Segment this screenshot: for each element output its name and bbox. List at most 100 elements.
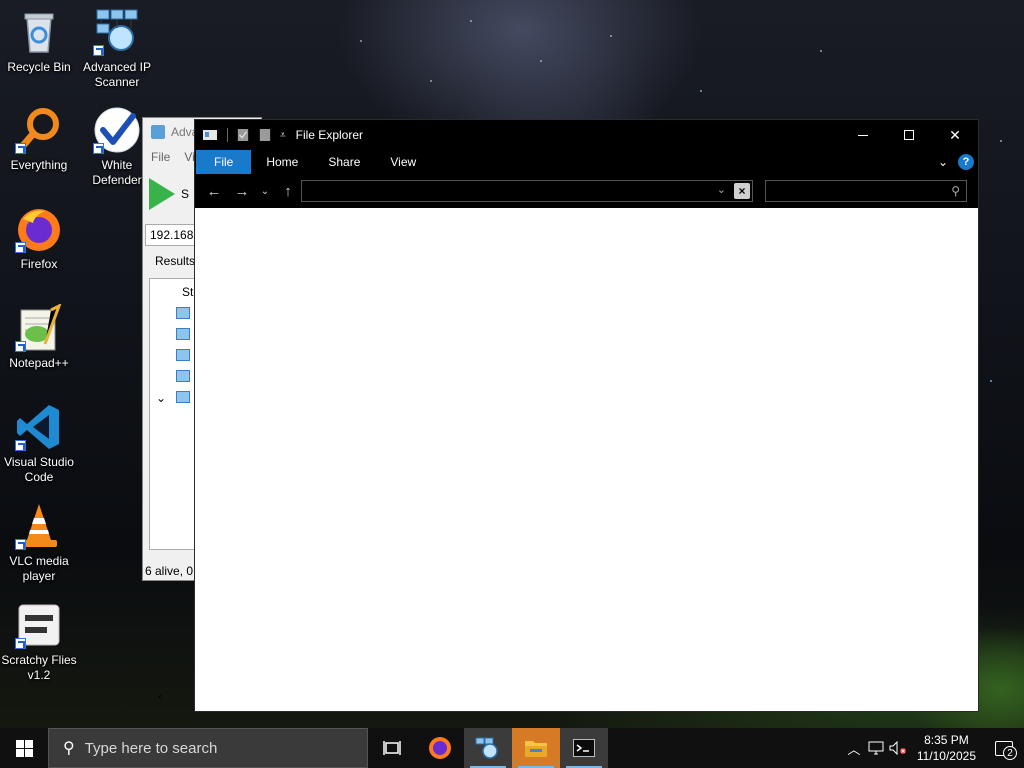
desktop-icon-label: Visual Studio Code (4, 455, 74, 484)
chevron-down-icon: ⌄ (260, 185, 270, 197)
close-button[interactable]: ✕ (932, 120, 978, 150)
desktop-icon-notepad-plus-plus[interactable]: Notepad++ (0, 302, 78, 371)
network-scanner-icon (151, 125, 165, 139)
taskbar-firefox[interactable] (416, 728, 464, 768)
taskbar-file-explorer[interactable] (512, 728, 560, 768)
tab-file[interactable]: File (196, 150, 252, 174)
terminal-icon (573, 739, 595, 757)
close-icon: ✕ (949, 126, 961, 143)
help-icon[interactable]: ? (958, 154, 974, 170)
desktop-icon-advanced-ip-scanner[interactable]: Advanced IP Scanner (78, 8, 156, 90)
network-icon[interactable] (865, 741, 887, 755)
firefox-icon (15, 205, 63, 253)
play-icon (149, 178, 175, 210)
clear-address-icon[interactable]: × (734, 183, 750, 199)
chevron-down-icon[interactable]: ⌄ (156, 391, 166, 405)
recent-locations-button[interactable]: ⌄ (256, 177, 274, 205)
network-scanner-icon (475, 737, 498, 759)
shortcut-arrow-icon (15, 341, 26, 352)
content-pane[interactable] (195, 208, 978, 711)
windows-logo-icon (15, 739, 33, 757)
vlc-cone-icon (15, 502, 63, 550)
expand-ribbon-chevron-icon[interactable]: ⌄ (938, 155, 948, 169)
taskbar: ⚲ Type here to search ︿ 8:35 PM 11/10/20… (0, 728, 1024, 768)
desktop-icon-label: VLC media player (9, 554, 69, 583)
scan-button-label: S (181, 187, 190, 201)
explorer-titlebar[interactable]: ⩡ File Explorer ✕ (195, 120, 978, 150)
tab-view[interactable]: View (375, 150, 431, 174)
desktop-icon-label: Everything (10, 158, 68, 172)
ribbon-tabs: File Home Share View ⌄ ? (195, 150, 978, 174)
system-tray: ︿ 8:35 PM 11/10/2025 2 (843, 728, 1024, 768)
scroll-left-arrow-icon[interactable]: ‹ (158, 691, 162, 703)
shortcut-arrow-icon (93, 45, 104, 56)
notepad-plus-icon (15, 302, 63, 352)
desktop-icon-firefox[interactable]: Firefox (0, 205, 78, 272)
menu-file[interactable]: File (151, 150, 170, 164)
clock-date: 11/10/2025 (916, 749, 976, 763)
recycle-bin-icon (15, 8, 63, 56)
desktop-icon-label: Recycle Bin (7, 60, 71, 74)
taskbar-terminal[interactable] (560, 728, 608, 768)
vscode-icon (15, 403, 63, 451)
checkmark-properties-icon[interactable] (236, 129, 250, 141)
desktop-icon-label: White Defender (92, 158, 142, 187)
forward-button[interactable]: → (228, 177, 256, 205)
checkmark-shield-icon (93, 106, 141, 154)
search-icon: ⚲ (63, 740, 75, 757)
window-title: File Explorer (295, 128, 363, 142)
desktop-icon-vlc-media-player[interactable]: VLC media player (0, 502, 78, 584)
task-view-icon (383, 741, 401, 755)
computer-icon (176, 349, 190, 361)
shortcut-arrow-icon (15, 638, 26, 649)
shortcut-arrow-icon (93, 143, 104, 154)
show-hidden-icons-chevron-icon[interactable]: ︿ (843, 739, 865, 758)
computer-icon (176, 370, 190, 382)
ribbon-right-controls: ⌄ ? (938, 154, 978, 170)
desktop-icon-everything[interactable]: Everything (0, 106, 78, 173)
maximize-button[interactable] (886, 120, 932, 150)
start-button[interactable] (0, 728, 48, 768)
address-dropdown-icon[interactable]: ⌄ (717, 183, 726, 196)
up-button[interactable]: ↑ (274, 177, 302, 205)
magnifier-icon (15, 106, 63, 154)
address-bar[interactable]: ⌄ × (301, 180, 753, 202)
desktop-icon-visual-studio-code[interactable]: Visual Studio Code (0, 403, 78, 485)
tab-share[interactable]: Share (313, 150, 375, 174)
taskbar-search-box[interactable]: ⚲ Type here to search (48, 728, 368, 768)
desktop-icon-label: Notepad++ (9, 356, 69, 370)
minimize-icon (858, 134, 868, 136)
back-arrow-icon: ← (206, 182, 222, 200)
clock[interactable]: 8:35 PM 11/10/2025 (909, 732, 984, 764)
computer-icon (176, 307, 190, 319)
shortcut-arrow-icon (15, 539, 26, 550)
minimize-button[interactable] (840, 120, 886, 150)
new-folder-icon[interactable] (258, 129, 272, 141)
shortcut-arrow-icon (15, 143, 26, 154)
desktop-icon-label: Firefox (20, 257, 58, 271)
up-arrow-icon: ↑ (284, 182, 292, 200)
navigation-bar: ← → ⌄ ↑ ⌄ × ⚲ (195, 174, 978, 208)
task-view-button[interactable] (368, 728, 416, 768)
window-controls: ✕ (840, 120, 978, 150)
notification-count: 2 (1003, 746, 1017, 760)
scratchy-flies-icon (15, 601, 63, 649)
file-explorer-window[interactable]: ⩡ File Explorer ✕ File Home Share View ⌄… (194, 119, 979, 712)
shortcut-arrow-icon (15, 440, 26, 451)
taskbar-search-placeholder: Type here to search (84, 739, 218, 757)
desktop-icon-scratchy-flies[interactable]: Scratchy Flies v1.2 (0, 601, 78, 683)
back-button[interactable]: ← (200, 177, 228, 205)
desktop-icon-label: Advanced IP Scanner (82, 60, 152, 89)
tab-home[interactable]: Home (251, 150, 313, 174)
taskbar-advanced-ip-scanner[interactable] (464, 728, 512, 768)
customize-toolbar-icon[interactable]: ⩡ (280, 130, 286, 141)
action-center-button[interactable]: 2 (984, 728, 1024, 768)
volume-muted-icon[interactable] (887, 741, 909, 755)
maximize-icon (904, 130, 914, 140)
scan-button[interactable]: S (149, 174, 199, 214)
desktop-icon-recycle-bin[interactable]: Recycle Bin (0, 8, 78, 75)
forward-arrow-icon: → (234, 182, 250, 200)
shortcut-arrow-icon (15, 242, 26, 253)
file-explorer-icon (525, 741, 547, 757)
search-input[interactable]: ⚲ (765, 180, 967, 202)
